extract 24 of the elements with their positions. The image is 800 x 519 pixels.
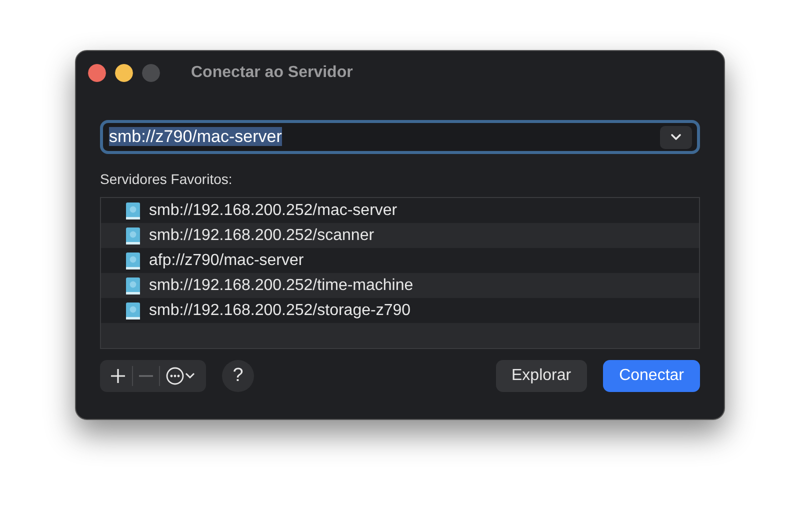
connect-button[interactable]: Conectar xyxy=(603,360,700,392)
favorite-server-item[interactable]: smb://192.168.200.252/mac-server xyxy=(101,198,699,223)
favorite-server-item[interactable]: smb://192.168.200.252/time-machine xyxy=(101,273,699,298)
server-volume-icon xyxy=(125,276,141,294)
favorite-server-item[interactable]: afp://z790/mac-server xyxy=(101,248,699,273)
address-field[interactable]: smb://z790/mac-server xyxy=(100,120,700,154)
history-dropdown-button[interactable] xyxy=(660,126,692,148)
server-volume-icon xyxy=(125,252,141,270)
favorite-server-item[interactable]: smb://192.168.200.252/storage-z790 xyxy=(101,298,699,323)
minimize-icon[interactable] xyxy=(115,64,133,82)
address-value: smb://z790/mac-server xyxy=(109,127,282,146)
plus-icon xyxy=(110,368,126,384)
window-title: Conectar ao Servidor xyxy=(191,64,353,82)
minus-icon xyxy=(139,375,153,377)
browse-button[interactable]: Explorar xyxy=(496,360,588,392)
close-icon[interactable] xyxy=(88,64,106,82)
server-volume-icon xyxy=(125,226,141,244)
ellipsis-circle-icon xyxy=(166,367,196,385)
help-button[interactable]: ? xyxy=(222,360,254,392)
favorites-label: Servidores Favoritos: xyxy=(100,171,234,187)
chevron-icon xyxy=(670,133,682,141)
server-volume-icon xyxy=(125,302,141,320)
server-volume-icon xyxy=(125,202,141,220)
favorite-server-item[interactable]: smb://192.168.200.252/scanner xyxy=(101,223,699,248)
